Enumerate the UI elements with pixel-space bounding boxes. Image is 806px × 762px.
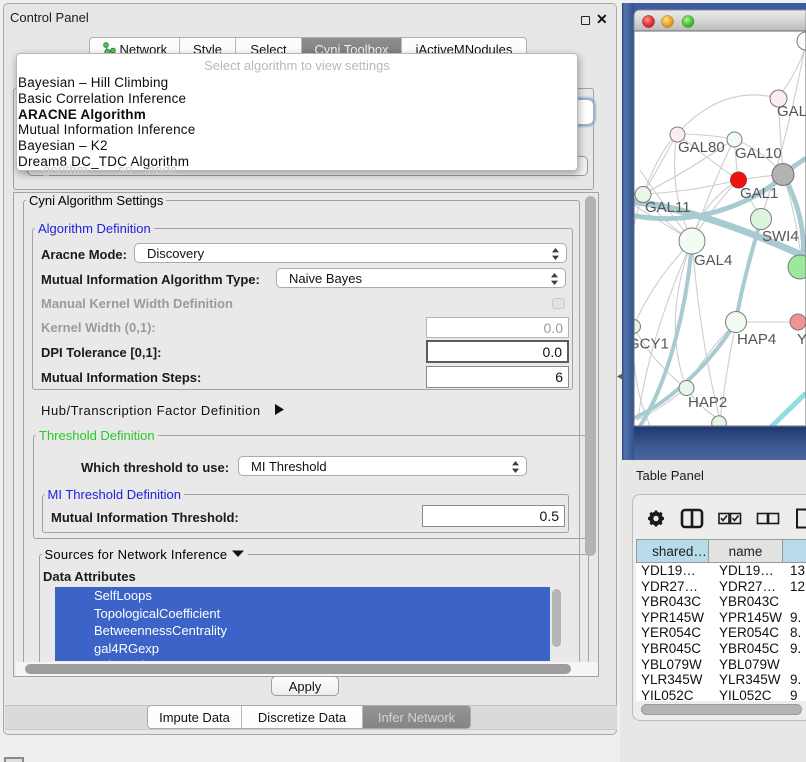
svg-text:GAL1: GAL1 <box>740 185 778 202</box>
svg-text:GAL2: GAL2 <box>777 103 806 120</box>
svg-text:SWI4: SWI4 <box>762 228 799 245</box>
svg-text:HAP4: HAP4 <box>737 331 776 348</box>
svg-text:GAL4: GAL4 <box>694 252 732 269</box>
svg-text:GAL11: GAL11 <box>645 199 691 216</box>
svg-text:YBR: YBR <box>797 331 806 348</box>
svg-text:GAL10: GAL10 <box>735 145 782 162</box>
svg-text:GAL80: GAL80 <box>678 139 725 156</box>
svg-text:HAP2: HAP2 <box>688 394 727 411</box>
